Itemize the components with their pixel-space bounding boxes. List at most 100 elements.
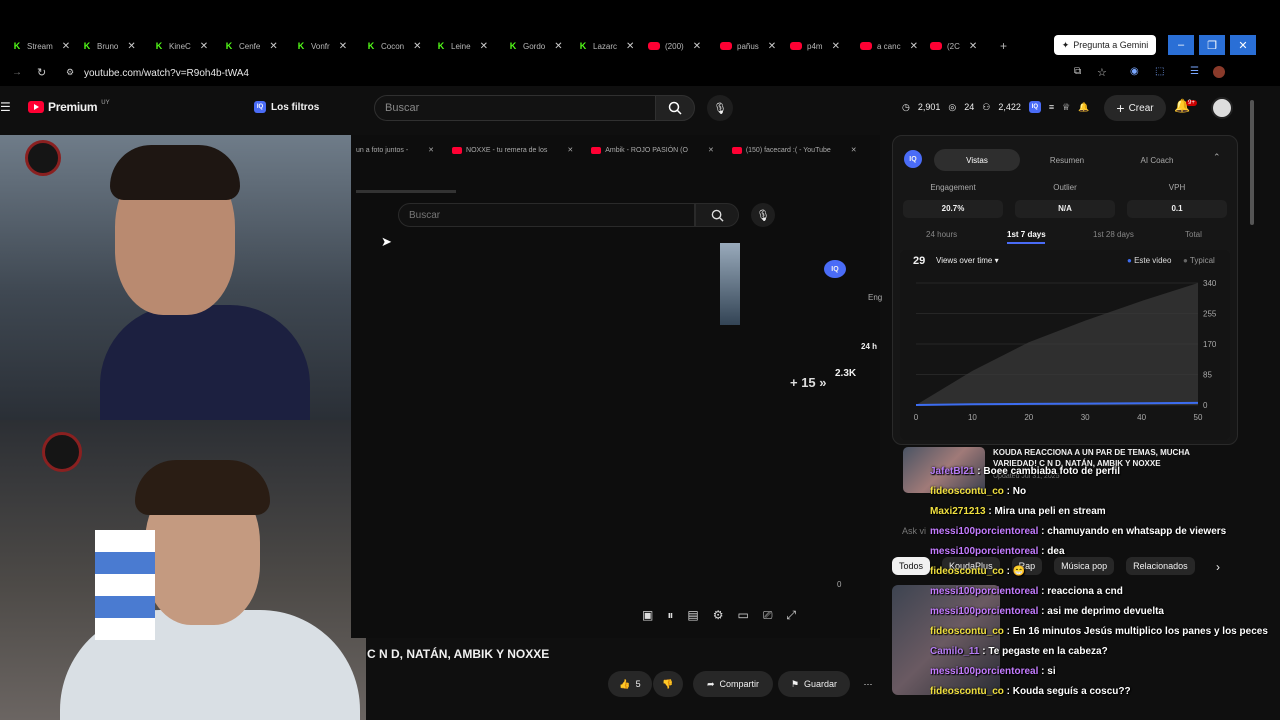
close-tab-icon[interactable]: ✕ [708, 146, 714, 154]
close-tab-icon[interactable]: ✕ [200, 41, 208, 52]
close-tab-icon[interactable]: ✕ [832, 41, 840, 52]
thumbs-up-icon: 👍 [619, 678, 631, 689]
inner-search-input[interactable]: Buscar [398, 203, 695, 227]
browser-tab[interactable]: K KineC ✕ [154, 36, 208, 56]
skip-forward-button[interactable]: + 15 » [790, 375, 827, 390]
youtube-logo[interactable]: Premium UY [28, 100, 110, 114]
extension-icon[interactable]: ◉ [1130, 66, 1139, 77]
menu-icon[interactable]: ☰ [0, 100, 11, 114]
overlay-24h: 24 h [861, 342, 878, 351]
chat-text: Te pegaste en la cabeza? [988, 646, 1108, 657]
bell-small-icon[interactable]: 🔔 [1078, 102, 1089, 113]
trophy-icon[interactable]: ♕ [1062, 102, 1070, 113]
puzzle-icon[interactable]: ⬚ [1155, 66, 1164, 77]
restore-icon[interactable]: ❐ [1199, 35, 1225, 55]
fullscreen-icon[interactable]: ⤢ [786, 608, 796, 623]
browser-tab[interactable]: a canc ✕ [860, 36, 918, 56]
create-button[interactable]: + Crear [1104, 95, 1166, 121]
search-input[interactable]: Buscar [374, 95, 656, 121]
forward-icon[interactable]: → [12, 67, 22, 78]
close-tab-icon[interactable]: ✕ [851, 146, 857, 154]
miniplayer-icon[interactable]: ▭ [737, 608, 748, 623]
iq-icon: IQ [824, 260, 846, 278]
bookmark-star-icon[interactable]: ☆ [1097, 66, 1107, 79]
close-tab-icon[interactable]: ✕ [269, 41, 277, 52]
browser-tab[interactable]: K Leine ✕ [436, 36, 488, 56]
range-7d[interactable]: 1st 7 days [1007, 230, 1046, 239]
browser-tab[interactable]: (2C ✕ [930, 36, 977, 56]
subtitles-icon[interactable]: ▤ [687, 608, 698, 623]
range-total[interactable]: Total [1185, 230, 1202, 239]
close-tab-icon[interactable]: ✕ [768, 41, 776, 52]
inner-search-button[interactable] [695, 203, 739, 227]
install-icon[interactable]: ⧉ [1074, 66, 1081, 77]
tab-resumen[interactable]: Resumen [1024, 149, 1110, 171]
browser-tab[interactable]: K Stream ✕ [12, 36, 70, 56]
iq-icon[interactable]: IQ [1028, 101, 1041, 113]
new-tab-icon[interactable]: + [1000, 36, 1007, 56]
close-tab-icon[interactable]: ✕ [127, 41, 135, 52]
save-button[interactable]: ⚑ Guardar [778, 671, 850, 697]
inner-mic-button[interactable]: 🎙 [751, 203, 775, 227]
reload-icon[interactable]: ↻ [37, 66, 46, 79]
sidebar-icon[interactable]: ☰ [1190, 66, 1199, 77]
cast-icon[interactable]: ⎚ [763, 608, 773, 623]
close-tab-icon[interactable]: ✕ [480, 41, 488, 52]
browser-tab[interactable]: K Lazarc ✕ [578, 36, 635, 56]
range-24h[interactable]: 24 hours [926, 230, 957, 239]
inner-tab[interactable]: NOXXE - tu remera de los ✕ [452, 146, 573, 154]
overlay-eng: Eng [868, 293, 883, 302]
chat-username: messi100porcientoreal [930, 606, 1039, 617]
close-tab-icon[interactable]: ✕ [626, 41, 634, 52]
like-button[interactable]: 👍 5 [608, 671, 652, 697]
site-info-icon[interactable]: ⚙ [66, 67, 74, 78]
close-tab-icon[interactable]: ✕ [554, 41, 562, 52]
pause-icon[interactable]: ⏸ [667, 608, 673, 623]
chip-todos[interactable]: Todos [892, 557, 931, 575]
close-tab-icon[interactable]: ✕ [428, 146, 434, 154]
settings-icon[interactable]: ⚙ [713, 608, 724, 623]
gemini-button[interactable]: ✦ Pregunta a Gemini [1054, 35, 1156, 55]
browser-tab[interactable]: K Cocon ✕ [366, 36, 422, 56]
close-tab-icon[interactable]: ✕ [413, 41, 421, 52]
avatar[interactable] [1211, 97, 1233, 119]
chat-username: messi100porcientoreal [930, 666, 1039, 677]
inner-tab[interactable]: (150) facecard :( - YouTube ✕ [731, 146, 857, 154]
close-window-icon[interactable]: ✕ [1230, 35, 1256, 55]
browser-tab[interactable]: (200) ✕ [648, 36, 701, 56]
inner-tab[interactable]: Ambik - ROJO PASIÓN (O ✕ [591, 146, 714, 154]
browser-tab[interactable]: K Gordo ✕ [508, 36, 563, 56]
voice-search-button[interactable]: 🎙 [707, 95, 733, 121]
tab-ai-coach[interactable]: AI Coach [1114, 149, 1200, 171]
legend-este-video: ● Este video [1127, 256, 1171, 265]
share-button[interactable]: ➦ Compartir [693, 671, 773, 697]
close-tab-icon[interactable]: ✕ [969, 41, 977, 52]
browser-tab[interactable]: K Bruno ✕ [82, 36, 136, 56]
minimize-icon[interactable]: – [1168, 35, 1194, 55]
search-button[interactable] [655, 95, 695, 121]
close-tab-icon[interactable]: ✕ [567, 146, 573, 154]
close-tab-icon[interactable]: ✕ [910, 41, 918, 52]
dislike-button[interactable]: 👎 [653, 671, 683, 697]
collapse-chevron-icon[interactable]: ⌃ [1213, 152, 1221, 163]
close-tab-icon[interactable]: ✕ [62, 41, 70, 52]
streamer-hair [110, 145, 240, 200]
browser-tab[interactable]: p4m ✕ [790, 36, 840, 56]
close-tab-icon[interactable]: ✕ [339, 41, 347, 52]
range-28d[interactable]: 1st 28 days [1093, 230, 1134, 239]
profile-avatar[interactable] [1213, 66, 1225, 78]
more-options-icon[interactable]: ⋯ [856, 671, 880, 697]
tab-vistas[interactable]: Vistas [934, 149, 1020, 171]
views-dropdown[interactable]: Views over time ▾ [936, 256, 999, 265]
scrollbar[interactable] [1250, 100, 1254, 225]
list-icon[interactable]: ≡ [1049, 102, 1054, 112]
inner-tab[interactable]: un a foto juntos - ✕ [356, 146, 434, 155]
browser-tab[interactable]: K Vonfr ✕ [296, 36, 347, 56]
chat-text: asi me deprimo devuelta [1047, 606, 1164, 617]
filters-button[interactable]: IQ Los filtros [254, 101, 319, 113]
browser-tab[interactable]: pañus ✕ [720, 36, 776, 56]
close-tab-icon[interactable]: ✕ [693, 41, 701, 52]
browser-tab[interactable]: K Cenfe ✕ [224, 36, 278, 56]
iq-control-icon[interactable]: ▣ [642, 608, 653, 623]
url-field[interactable]: youtube.com/watch?v=R9oh4b-tWA4 [84, 68, 249, 79]
